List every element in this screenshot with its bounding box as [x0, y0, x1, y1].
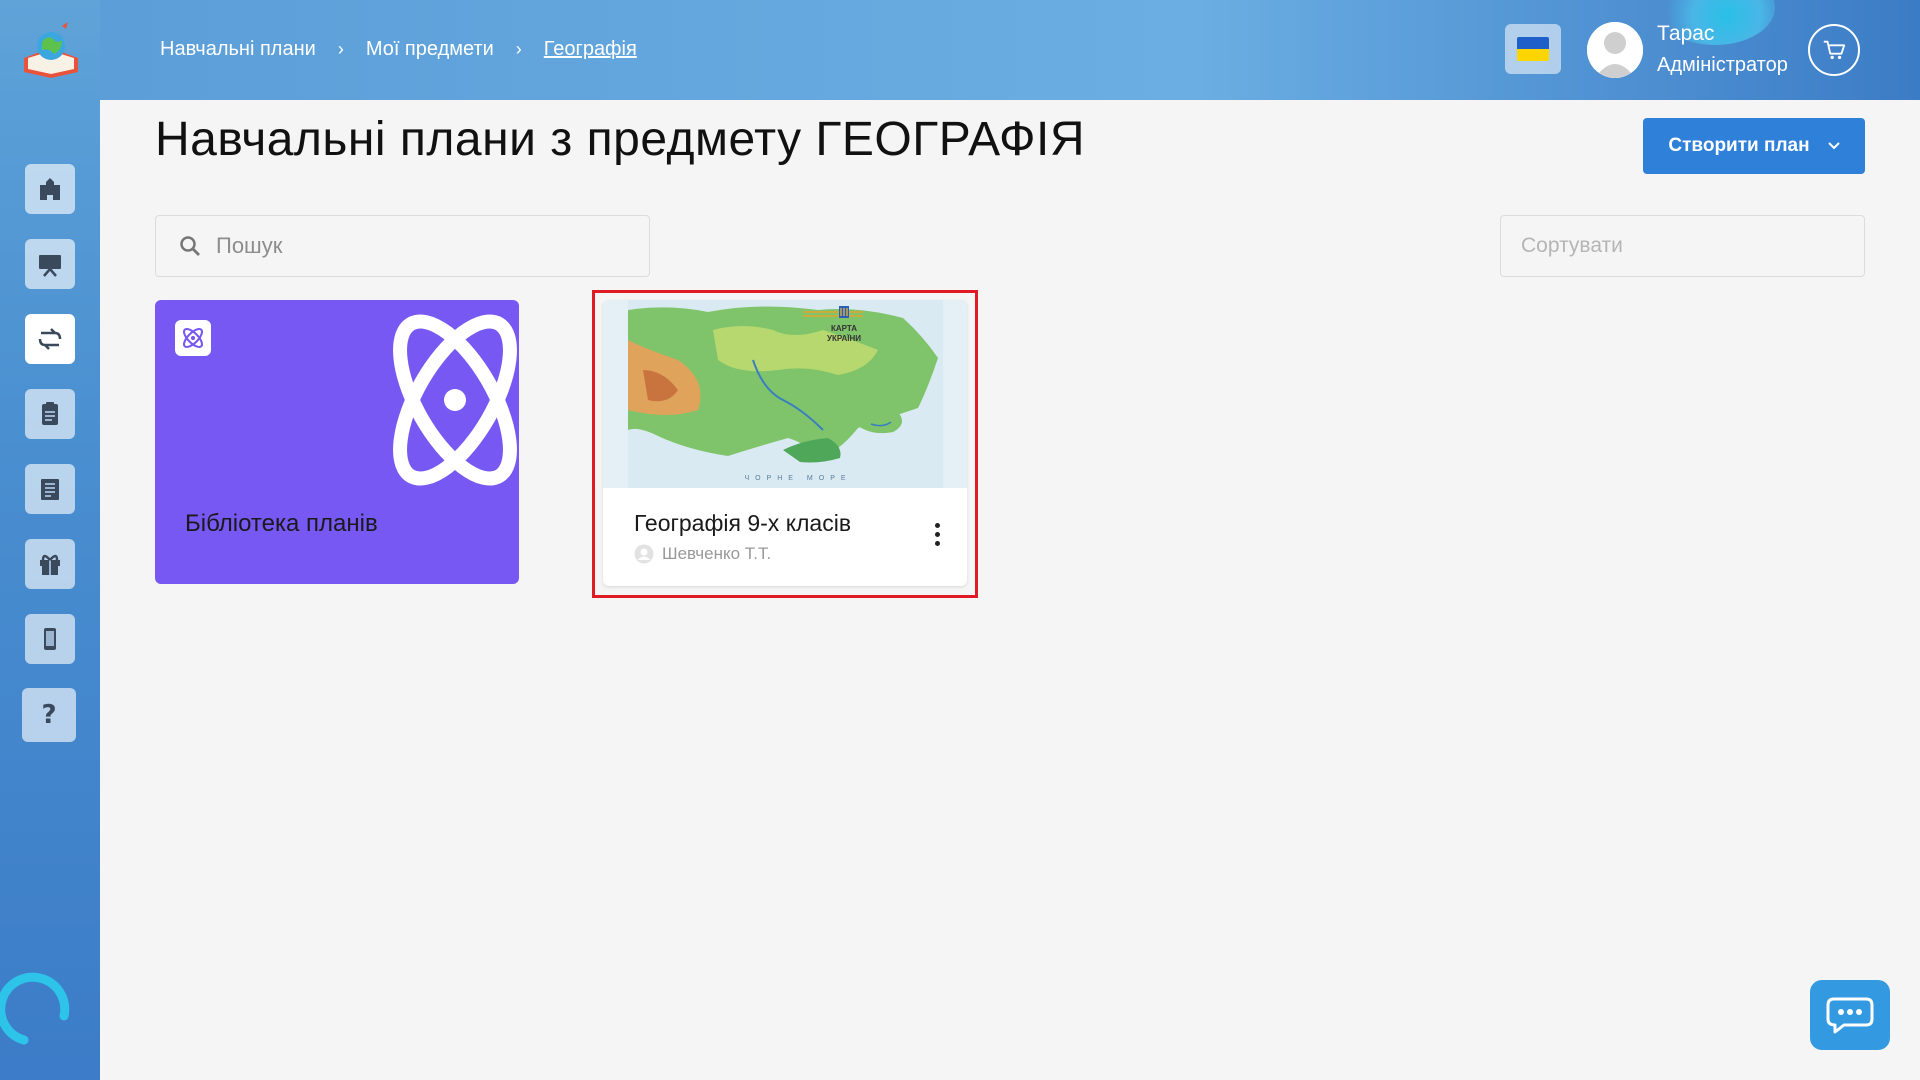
plan-library-card[interactable]: Бібліотека планів [155, 300, 519, 584]
presentation-icon[interactable] [25, 239, 75, 289]
gift-icon[interactable] [25, 539, 75, 589]
sidebar: ? [0, 0, 100, 1080]
create-plan-label: Створити план [1668, 135, 1810, 156]
top-header: Навчальні плани › Мої предмети › Географ… [100, 0, 1920, 100]
language-button[interactable] [1505, 24, 1561, 74]
cart-button[interactable] [1808, 24, 1860, 76]
plan-card[interactable]: КАРТА УКРАЇНИ ЧОРНЕ МОРЕ Географія 9-х к… [603, 300, 967, 586]
avatar[interactable] [1587, 22, 1643, 78]
cart-icon [1823, 40, 1846, 60]
sort-select[interactable]: Сортувати [1500, 215, 1865, 277]
plan-library-title: Бібліотека планів [185, 510, 378, 537]
breadcrumb: Навчальні плани › Мої предмети › Географ… [160, 38, 637, 61]
school-icon[interactable] [25, 164, 75, 214]
chevron-down-icon [1827, 142, 1840, 150]
atom-icon [393, 314, 517, 486]
user-role: Адміністратор [1657, 54, 1788, 76]
chat-button[interactable] [1810, 980, 1890, 1050]
plan-cover-image: КАРТА УКРАЇНИ ЧОРНЕ МОРЕ [603, 300, 967, 488]
sea-label: ЧОРНЕ МОРЕ [744, 475, 851, 482]
journal-icon[interactable] [25, 464, 75, 514]
chat-icon [1826, 997, 1874, 1034]
more-options-icon[interactable] [928, 518, 946, 550]
search-box [155, 215, 650, 277]
loading-spinner-icon [0, 972, 70, 1045]
breadcrumb-item-plans[interactable]: Навчальні плани [160, 38, 316, 61]
create-plan-button[interactable]: Створити план [1643, 118, 1865, 174]
plan-title: Географія 9-х класів [634, 510, 852, 536]
search-input[interactable] [216, 233, 636, 259]
plan-author-name: Шевченко Т.Т. [662, 544, 772, 563]
app-logo[interactable] [20, 18, 82, 80]
map-label-line1: КАРТА [831, 324, 857, 333]
chevron-right-icon: › [337, 39, 344, 59]
route-icon[interactable] [25, 314, 75, 364]
search-icon [180, 236, 200, 256]
clipboard-icon[interactable] [25, 389, 75, 439]
ukraine-flag-icon [1517, 37, 1549, 61]
breadcrumb-item-my-subjects[interactable]: Мої предмети [366, 38, 494, 61]
mobile-icon[interactable] [25, 614, 75, 664]
atom-badge-icon [175, 320, 211, 356]
page-title: Навчальні плани з предмету ГЕОГРАФІЯ [155, 113, 1085, 166]
user-icon [634, 544, 654, 564]
plan-author: Шевченко Т.Т. [634, 544, 771, 564]
sort-placeholder: Сортувати [1521, 234, 1623, 257]
help-button[interactable]: ? [22, 688, 76, 742]
map-label-line2: УКРАЇНИ [827, 334, 861, 343]
breadcrumb-item-geography[interactable]: Географія [544, 38, 637, 61]
user-name[interactable]: Тарас [1657, 22, 1714, 46]
chevron-right-icon: › [515, 39, 522, 59]
